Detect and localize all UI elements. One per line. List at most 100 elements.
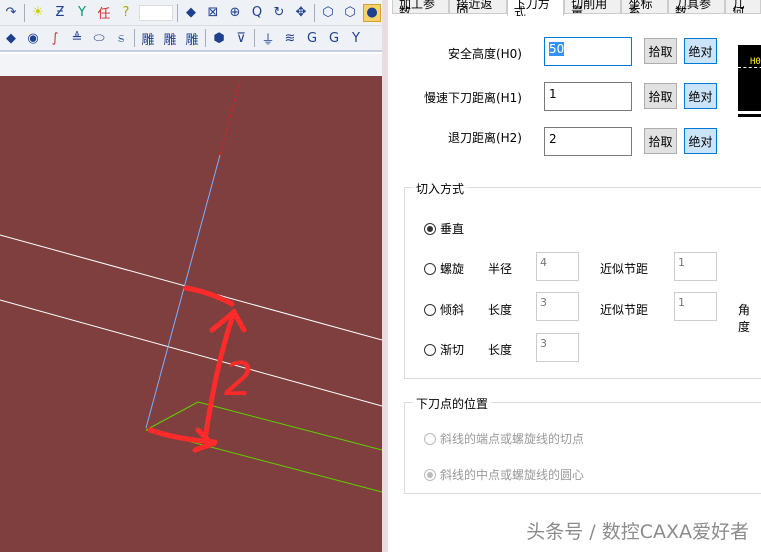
rapid-line bbox=[219, 79, 241, 156]
flow-icon[interactable]: ≋ bbox=[281, 29, 299, 47]
radio-helix[interactable]: 螺旋 bbox=[424, 260, 464, 277]
stack-icon[interactable]: ≜ bbox=[68, 29, 86, 47]
cut-in-title: 切入方式 bbox=[413, 180, 468, 197]
radio-label: 斜线的中点或螺旋线的圆心 bbox=[440, 468, 585, 482]
radio-circle[interactable] bbox=[424, 343, 436, 356]
zoom-window-icon[interactable]: ⊠ bbox=[204, 4, 222, 22]
helix-radius-label: 半径 bbox=[488, 262, 513, 276]
separator bbox=[314, 3, 315, 22]
cup2-icon[interactable]: ⊽ bbox=[232, 29, 250, 47]
preview-label: H0 bbox=[750, 57, 761, 67]
edge-line bbox=[0, 299, 383, 407]
wire-icon[interactable]: ⬡ bbox=[341, 4, 359, 22]
gdrill-icon[interactable]: G bbox=[325, 29, 343, 47]
radio-circle[interactable] bbox=[424, 468, 436, 481]
tab-approach-return[interactable]: 接近返回 bbox=[449, 0, 507, 14]
cad-window: ↷ ☀ Ƶ Y 任 ? ◆ ⊠ ⊕ Q ↻ ✥ ⬡ ⬡ ● ◆ ◉ ∫ ≜ ⬭ … bbox=[0, 0, 383, 552]
tab-plunge-mode[interactable]: 下刀方式 bbox=[506, 0, 565, 16]
cup-icon[interactable]: ಽ bbox=[112, 29, 130, 47]
safe-height-value: 50 bbox=[549, 42, 565, 56]
separator bbox=[177, 3, 178, 22]
toolbar-row-1: ↷ ☀ Ƶ Y 任 ? ◆ ⊠ ⊕ Q ↻ ✥ ⬡ ⬡ ● bbox=[0, 0, 382, 26]
annotation-number: 2 bbox=[224, 352, 253, 406]
radio-vertical[interactable]: 垂直 bbox=[424, 220, 464, 237]
helix-pitch-label: 近似节距 bbox=[600, 262, 649, 276]
help-icon[interactable]: ? bbox=[117, 4, 135, 22]
radio-midpoint[interactable]: 斜线的中点或螺旋线的圆心 bbox=[424, 466, 584, 483]
params-dialog: 加工参数 接近返回 下刀方式 切削用量 坐标系 刀具参数 几何 安全高度(H0)… bbox=[382, 0, 761, 552]
disk-icon[interactable]: ⬭ bbox=[90, 29, 108, 47]
tab-geometry[interactable]: 几何 bbox=[725, 0, 761, 14]
redo-icon[interactable]: ↷ bbox=[2, 4, 20, 22]
radio-label: 渐切 bbox=[440, 343, 465, 357]
plunge-position-title: 下刀点的位置 bbox=[413, 395, 492, 412]
slow-plunge-label: 慢速下刀距离(H1) bbox=[423, 91, 522, 105]
radio-label: 螺旋 bbox=[440, 262, 465, 276]
shaded-icon[interactable]: ⬡ bbox=[319, 4, 337, 22]
slow-plunge-input[interactable]: 1 bbox=[544, 82, 632, 111]
toolbar-row-2: ◆ ◉ ∫ ≜ ⬭ ಽ 雕 雕 雕 ⬢ ⊽ ⏚ ≋ G G Y bbox=[0, 26, 382, 52]
filter-icon[interactable]: Y bbox=[73, 4, 91, 22]
radio-endpoint[interactable]: 斜线的端点或螺旋线的切点 bbox=[424, 430, 584, 447]
radio-label: 倾斜 bbox=[440, 303, 465, 317]
helix-radius-input[interactable]: 4 bbox=[536, 252, 579, 281]
tool-icon[interactable]: Y bbox=[347, 29, 365, 47]
g01-icon[interactable]: ⏚ bbox=[259, 29, 277, 48]
zoom-dyn-icon[interactable]: Q bbox=[248, 4, 266, 22]
radio-tangent[interactable]: 渐切 bbox=[424, 341, 464, 358]
task-icon[interactable]: 任 bbox=[95, 4, 113, 22]
path-line bbox=[145, 401, 199, 431]
ramp-length-label: 长度 bbox=[488, 303, 513, 317]
light-icon[interactable]: ☀ bbox=[29, 4, 47, 22]
safe-height-absolute-button[interactable]: 绝对 bbox=[684, 38, 717, 64]
retract-pick-button[interactable]: 拾取 bbox=[644, 128, 677, 154]
retract-absolute-button[interactable]: 绝对 bbox=[684, 128, 717, 154]
helix-pitch-input[interactable]: 1 bbox=[674, 252, 717, 281]
separator bbox=[254, 29, 255, 47]
radio-circle[interactable] bbox=[424, 262, 436, 275]
sweep-icon[interactable]: ◆ bbox=[2, 29, 20, 47]
viewport-3d[interactable]: 2 bbox=[0, 76, 383, 552]
slow-plunge-pick-button[interactable]: 拾取 bbox=[644, 83, 677, 109]
radio-circle[interactable] bbox=[424, 432, 436, 445]
tangent-length-input[interactable]: 3 bbox=[536, 333, 579, 362]
rotate-icon[interactable]: ↻ bbox=[270, 4, 288, 22]
tangent-length-label: 长度 bbox=[488, 343, 513, 357]
watermark: 头条号 / 数控CAXA爱好者 bbox=[526, 521, 749, 543]
pan-view-icon[interactable]: ◆ bbox=[182, 4, 200, 22]
ramp-pitch-input[interactable]: 1 bbox=[674, 292, 717, 321]
tab-bar: 加工参数 接近返回 下刀方式 切削用量 坐标系 刀具参数 几何 bbox=[392, 0, 761, 16]
path-line bbox=[197, 401, 383, 451]
tab-tool-params[interactable]: 刀具参数 bbox=[667, 0, 726, 14]
separator bbox=[134, 29, 135, 47]
highlight-icon[interactable]: ● bbox=[363, 3, 381, 22]
radio-label: 垂直 bbox=[440, 222, 465, 236]
curve-icon[interactable]: ∫ bbox=[46, 29, 64, 47]
zigzag-icon[interactable]: Ƶ bbox=[51, 4, 69, 22]
safe-height-label: 安全高度(H0) bbox=[447, 47, 522, 61]
surface-icon[interactable]: ◉ bbox=[24, 29, 42, 47]
engrave-y-icon[interactable]: 雕 bbox=[161, 29, 179, 48]
separator bbox=[24, 3, 25, 22]
tab-machining-params[interactable]: 加工参数 bbox=[392, 0, 450, 14]
separator bbox=[205, 29, 206, 47]
radio-circle[interactable] bbox=[424, 222, 436, 235]
engrave-s-icon[interactable]: 雕 bbox=[183, 29, 201, 48]
tab-coordinate[interactable]: 坐标系 bbox=[621, 0, 668, 14]
slow-plunge-absolute-button[interactable]: 绝对 bbox=[684, 83, 717, 109]
zoom-in-icon[interactable]: ⊕ bbox=[226, 4, 244, 22]
move-icon[interactable]: ✥ bbox=[292, 4, 310, 22]
ramp-length-input[interactable]: 3 bbox=[536, 292, 579, 321]
safe-height-input[interactable]: 50 bbox=[544, 37, 632, 66]
gcode-icon[interactable]: G bbox=[303, 29, 321, 47]
retract-input[interactable]: 2 bbox=[544, 127, 632, 156]
cube-icon[interactable]: ⬢ bbox=[210, 29, 228, 47]
tab-cutting-amount[interactable]: 切削用量 bbox=[564, 0, 622, 14]
radio-circle[interactable] bbox=[424, 303, 436, 316]
preview-image: H0 bbox=[738, 45, 761, 117]
engrave-e-icon[interactable]: 雕 bbox=[139, 29, 157, 48]
safe-height-pick-button[interactable]: 拾取 bbox=[644, 38, 677, 64]
viewport-geometry: 2 bbox=[0, 79, 383, 493]
color-box[interactable] bbox=[139, 4, 173, 21]
radio-ramp[interactable]: 倾斜 bbox=[424, 301, 464, 318]
